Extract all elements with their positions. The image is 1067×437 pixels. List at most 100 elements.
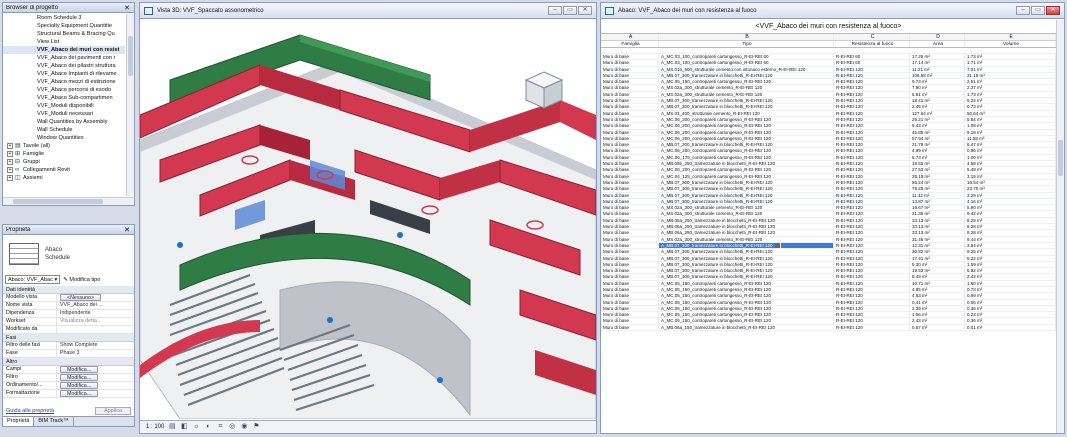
- property-value[interactable]: Modifica...: [57, 366, 134, 373]
- table-cell[interactable]: 7.90 m²: [910, 85, 965, 91]
- table-cell[interactable]: 10.71 m²: [910, 280, 965, 286]
- browser-category[interactable]: + ⊞ Famiglie: [3, 150, 125, 158]
- table-cell[interactable]: 3.15 m³: [965, 173, 1056, 179]
- table-cell[interactable]: 11.21 m²: [910, 66, 965, 72]
- table-cell[interactable]: R-EI-REI 120: [834, 198, 910, 205]
- worksharing-display-icon[interactable]: ⚑: [252, 423, 260, 431]
- close-button[interactable]: ✕: [1046, 6, 1060, 15]
- table-cell[interactable]: 33.13 m²: [910, 224, 965, 230]
- table-cell[interactable]: R-EI-REI 120: [834, 286, 910, 293]
- table-cell[interactable]: Muro di base: [601, 91, 659, 98]
- table-cell[interactable]: 3.29 m³: [965, 192, 1056, 198]
- table-cell[interactable]: Muro di base: [601, 192, 659, 198]
- table-cell[interactable]: 5.30 m²: [910, 261, 965, 268]
- browser-item[interactable]: View List: [3, 38, 125, 46]
- table-cell[interactable]: A_MB.07_300_tramezzature in blocchetti_R…: [659, 192, 834, 198]
- table-cell[interactable]: A_MB.07_300_tramezzature in blocchetti_R…: [659, 186, 834, 192]
- table-cell[interactable]: 1.08 m³: [965, 123, 1056, 129]
- table-cell[interactable]: R-EI-REI 120: [834, 312, 910, 318]
- table-cell[interactable]: 16.54 m³: [965, 179, 1056, 186]
- table-cell[interactable]: 5.81 m²: [910, 91, 965, 98]
- table-cell[interactable]: 29.21 m²: [910, 116, 965, 123]
- table-cell[interactable]: 106.58 m²: [910, 72, 965, 79]
- table-cell[interactable]: 2.45 m²: [910, 104, 965, 110]
- table-cell[interactable]: A_MB.07_300_tramezzature in blocchetti_R…: [659, 104, 834, 110]
- table-cell[interactable]: Muro di base: [601, 299, 659, 305]
- browser-item[interactable]: VVF_Abaco dei pavimenti con r: [3, 54, 125, 62]
- table-cell[interactable]: R-EI-REI 120: [834, 242, 910, 249]
- table-cell[interactable]: R-EI-REI 120: [834, 129, 910, 135]
- table-cell[interactable]: Muro di base: [601, 224, 659, 230]
- properties-help-link[interactable]: Guida alle proprietà: [6, 408, 54, 414]
- table-cell[interactable]: A_MC.04_125_contropareti cartongesso_R-E…: [659, 173, 834, 179]
- table-cell[interactable]: Muro di base: [601, 274, 659, 280]
- table-cell[interactable]: Muro di base: [601, 79, 659, 85]
- browser-item[interactable]: VVF_Abaco dei pilastri struttura: [3, 62, 125, 70]
- restore-button[interactable]: ▭: [1031, 6, 1045, 15]
- table-cell[interactable]: R-EI-REI 120: [834, 293, 910, 299]
- close-icon[interactable]: ✕: [123, 226, 131, 234]
- table-cell[interactable]: Muro di base: [601, 217, 659, 224]
- table-cell[interactable]: R-EI-REI 120: [834, 217, 910, 224]
- table-cell[interactable]: 21.79 m²: [910, 142, 965, 148]
- table-cell[interactable]: R-EI-REI 120: [834, 224, 910, 230]
- browser-item[interactable]: VVF_Abaco mezzi di estinzione: [3, 78, 125, 86]
- table-cell[interactable]: 5.90 m³: [965, 205, 1056, 211]
- properties-tab[interactable]: Proprietà: [3, 417, 35, 426]
- table-cell[interactable]: 13.87 m²: [910, 198, 965, 205]
- vertical-scrollbar[interactable]: [1056, 20, 1064, 433]
- table-cell[interactable]: Muro di base: [601, 261, 659, 268]
- table-cell[interactable]: A_MC.05_150_contropareti cartongesso_R-E…: [659, 318, 834, 324]
- minimize-button[interactable]: –: [1016, 6, 1030, 15]
- table-cell[interactable]: 33.13 m²: [910, 217, 965, 224]
- table-cell[interactable]: R-EI-REI 120: [834, 72, 910, 79]
- table-cell[interactable]: 3.54 m³: [965, 242, 1056, 249]
- table-cell[interactable]: A_MC.05_150_contropareti cartongesso_R-E…: [659, 293, 834, 299]
- property-value[interactable]: Modifica...: [57, 382, 134, 389]
- table-cell[interactable]: A_MC.05_150_contropareti cartongesso_R-E…: [659, 305, 834, 312]
- table-cell[interactable]: R-EI-REI 120: [834, 236, 910, 242]
- table-cell[interactable]: 2.42 m³: [965, 274, 1056, 280]
- table-cell[interactable]: 2.39 m²: [910, 305, 965, 312]
- browser-item[interactable]: Structural Beams & Bracing Qu: [3, 30, 125, 38]
- browser-category[interactable]: + ∞ Collegamenti Revit: [3, 166, 125, 174]
- table-cell[interactable]: Muro di base: [601, 110, 659, 116]
- table-cell[interactable]: Muro di base: [601, 98, 659, 104]
- table-cell[interactable]: 8.28 m³: [965, 217, 1056, 224]
- property-category[interactable]: Altro: [3, 358, 134, 366]
- browser-category[interactable]: + ▤ Tavole (all): [3, 142, 125, 150]
- table-cell[interactable]: Muro di base: [601, 60, 659, 66]
- table-cell[interactable]: Muro di base: [601, 167, 659, 173]
- table-cell[interactable]: A_MS.03_400_strutturale cemento_R-EI-REI…: [659, 110, 834, 116]
- property-value[interactable]: Show Complete: [57, 342, 134, 349]
- view-scale[interactable]: 1 : 100: [146, 424, 164, 430]
- type-selector[interactable]: Abaco Schedule: [3, 236, 134, 272]
- table-cell[interactable]: A_MC.06_200_contropareti cartongesso_R-E…: [659, 129, 834, 135]
- browser-item[interactable]: VVF_Abaco Impianti di rilevame: [3, 70, 125, 78]
- browser-item[interactable]: VVF_Abaco percorsi di esodo: [3, 86, 125, 94]
- table-cell[interactable]: Muro di base: [601, 129, 659, 135]
- cell-dropdown-icon[interactable]: [774, 243, 781, 249]
- table-cell[interactable]: A_MC.05_150_contropareti cartongesso_R-E…: [659, 299, 834, 305]
- table-cell[interactable]: R-EI-REI 120: [834, 154, 910, 161]
- table-cell[interactable]: 4.16 m³: [965, 198, 1056, 205]
- table-cell[interactable]: 45.89 m²: [910, 129, 965, 135]
- table-cell[interactable]: 1.56 m²: [910, 312, 965, 318]
- shadows-icon[interactable]: ◐: [204, 423, 212, 431]
- column-header[interactable]: Famiglia: [601, 41, 659, 47]
- property-value[interactable]: Modifica...: [57, 374, 134, 381]
- table-cell[interactable]: 4.58 m³: [965, 161, 1056, 167]
- browser-item[interactable]: Specialty Equipment Quantitie: [3, 22, 125, 30]
- table-cell[interactable]: 5.22 m³: [965, 98, 1056, 104]
- crop-view-icon[interactable]: ⌗: [216, 423, 224, 431]
- table-cell[interactable]: R-EI-REI 60: [834, 60, 910, 66]
- table-cell[interactable]: 8.28 m³: [965, 230, 1056, 236]
- table-cell[interactable]: A_MC.06_200_contropareti cartongesso_R-E…: [659, 123, 834, 129]
- table-cell[interactable]: R-EI-REI 120: [834, 318, 910, 324]
- table-cell[interactable]: Muro di base: [601, 148, 659, 154]
- table-cell[interactable]: A_MC.05_150_contropareti cartongesso_R-E…: [659, 286, 834, 293]
- table-cell[interactable]: 19.67 m²: [910, 205, 965, 211]
- table-cell[interactable]: Muro di base: [601, 116, 659, 123]
- table-cell[interactable]: 7.01 m³: [965, 66, 1056, 72]
- column-header[interactable]: Resistenza al fuoco: [834, 41, 910, 47]
